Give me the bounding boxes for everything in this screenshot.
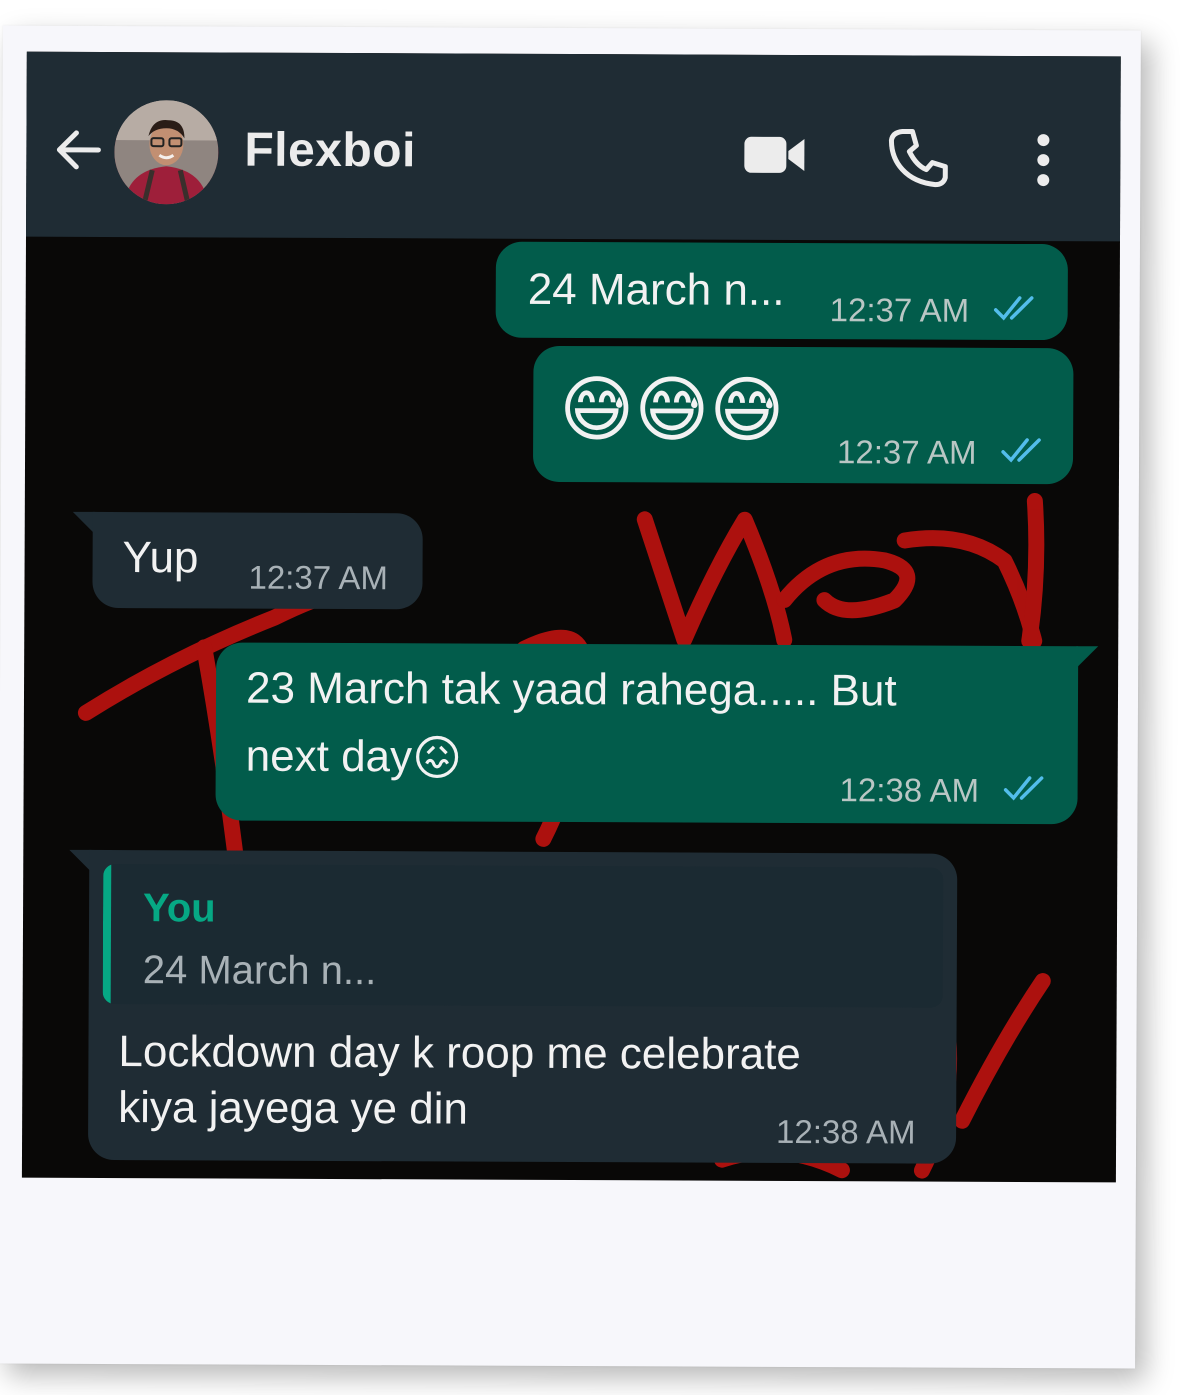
message-time: 12:37 AM <box>836 433 977 471</box>
read-ticks-icon <box>1003 776 1044 801</box>
chat-screen: Flexboi 24 March n... 12:37 AM 😅😅😅 12:37… <box>21 51 1121 1183</box>
message-bubble-outgoing[interactable]: 24 March n... 12:37 AM <box>495 241 1068 341</box>
message-text-line-2: kiya jayega ye din <box>118 1083 469 1134</box>
quoted-message[interactable]: You 24 March n... <box>102 863 944 1008</box>
message-bubble-incoming-reply[interactable]: You 24 March n... Lockdown day k roop me… <box>87 849 958 1164</box>
contact-name[interactable]: Flexboi <box>244 123 416 179</box>
bubble-tail <box>72 511 95 534</box>
read-ticks-icon <box>993 296 1034 321</box>
chat-header: Flexboi <box>26 51 1121 242</box>
message-bubble-outgoing[interactable]: 😅😅😅 12:37 AM <box>532 345 1074 485</box>
bubble-tail <box>69 849 92 872</box>
message-bubble-outgoing[interactable]: 23 March tak yaad rahega..... But next d… <box>215 642 1079 825</box>
more-options-icon[interactable] <box>1031 132 1055 188</box>
phone-icon[interactable] <box>888 127 948 188</box>
message-time: 12:37 AM <box>248 558 389 597</box>
message-time: 12:38 AM <box>839 771 980 809</box>
back-arrow-icon[interactable] <box>52 124 104 176</box>
message-text-line-1: 23 March tak yaad rahega..... But <box>245 663 897 716</box>
confounded-face-emoji: 😖 <box>411 732 463 786</box>
message-text: next day <box>245 731 413 782</box>
quote-text: 24 March n... <box>142 948 377 994</box>
message-text-line-2: next day😖 <box>246 723 463 794</box>
message-time: 12:37 AM <box>829 291 970 329</box>
message-time: 12:38 AM <box>776 1112 916 1151</box>
message-text: Yup <box>122 533 199 583</box>
avatar[interactable] <box>114 100 219 205</box>
photo-frame: Flexboi 24 March n... 12:37 AM 😅😅😅 12:37… <box>0 25 1141 1369</box>
video-call-icon[interactable] <box>742 133 806 177</box>
message-text: 24 March n... <box>527 264 785 315</box>
message-emoji: 😅😅😅 <box>559 369 785 451</box>
bubble-tail <box>1076 646 1099 669</box>
read-ticks-icon <box>1001 438 1041 463</box>
quote-author: You <box>142 886 216 931</box>
quote-accent-bar <box>102 863 112 1005</box>
message-bubble-incoming[interactable]: Yup 12:37 AM <box>92 511 423 610</box>
